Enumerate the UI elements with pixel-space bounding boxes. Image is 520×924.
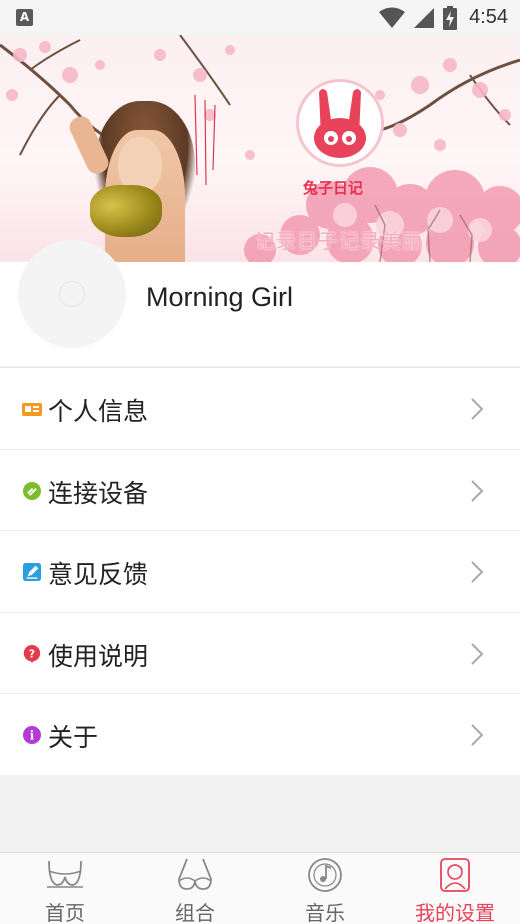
svg-text:?: ?: [29, 647, 35, 660]
wifi-icon: [379, 7, 406, 28]
menu-item-label: 关于: [48, 723, 99, 753]
app-notification-icon: A: [16, 9, 33, 26]
menu-item-label: 个人信息: [48, 397, 149, 426]
user-settings-icon: [440, 858, 470, 892]
bra-outline-icon: [47, 860, 83, 888]
menu-item-label: 使用说明: [48, 641, 149, 671]
logo-text: 兔子日记: [303, 179, 364, 197]
nav-label: 首页: [45, 901, 85, 924]
bottom-nav: 首页 组合 音乐 我的设置: [0, 852, 520, 924]
edit-icon: [23, 563, 41, 582]
chevron-right-icon: [471, 479, 484, 502]
signal-icon: [414, 7, 435, 28]
nav-label: 组合: [175, 901, 215, 924]
chevron-right-icon: [471, 643, 484, 665]
avatar[interactable]: [18, 240, 126, 348]
header-banner: 兔子日记 记录日子记录美丽: [0, 35, 520, 262]
info-icon: i: [23, 726, 41, 745]
clock: 4:54: [469, 6, 508, 28]
status-bar: A 4:54: [0, 0, 520, 35]
nav-label: 我的设置: [415, 901, 495, 924]
chevron-right-icon: [471, 561, 484, 583]
nav-label: 音乐: [305, 901, 345, 924]
question-icon: ?: [23, 644, 41, 663]
username: Morning Girl: [146, 282, 294, 312]
menu-item-about[interactable]: i 关于: [0, 693, 520, 775]
menu-item-personal-info[interactable]: 个人信息: [0, 367, 520, 449]
menu-item-connect-device[interactable]: 连接设备: [0, 448, 520, 531]
slogan: 记录日子记录美丽: [255, 229, 423, 253]
nav-item-home[interactable]: 首页: [0, 853, 130, 924]
nav-item-my-settings[interactable]: 我的设置: [390, 853, 520, 924]
chevron-right-icon: [471, 398, 484, 420]
menu-item-label: 连接设备: [48, 478, 149, 508]
menu-item-instructions[interactable]: ? 使用说明: [0, 611, 520, 694]
music-disc-icon: [308, 858, 342, 892]
menu-item-label: 意见反馈: [48, 560, 149, 590]
rabbit-icon: [314, 89, 366, 158]
link-icon: [23, 481, 41, 500]
settings-menu: 个人信息 连接设备 意见反馈 ? 使用说明 i 关于: [0, 367, 520, 775]
id-card-icon: [22, 403, 42, 416]
menu-item-feedback[interactable]: 意见反馈: [0, 530, 520, 612]
profile-card: Morning Girl: [0, 240, 520, 366]
rabbit-logo: [296, 79, 384, 167]
nav-item-combo[interactable]: 组合: [130, 853, 260, 924]
battery-icon: [443, 5, 458, 30]
svg-text:i: i: [30, 729, 35, 743]
chevron-right-icon: [471, 724, 484, 747]
nav-item-music[interactable]: 音乐: [260, 853, 390, 924]
bra-combo-icon: [178, 858, 212, 890]
